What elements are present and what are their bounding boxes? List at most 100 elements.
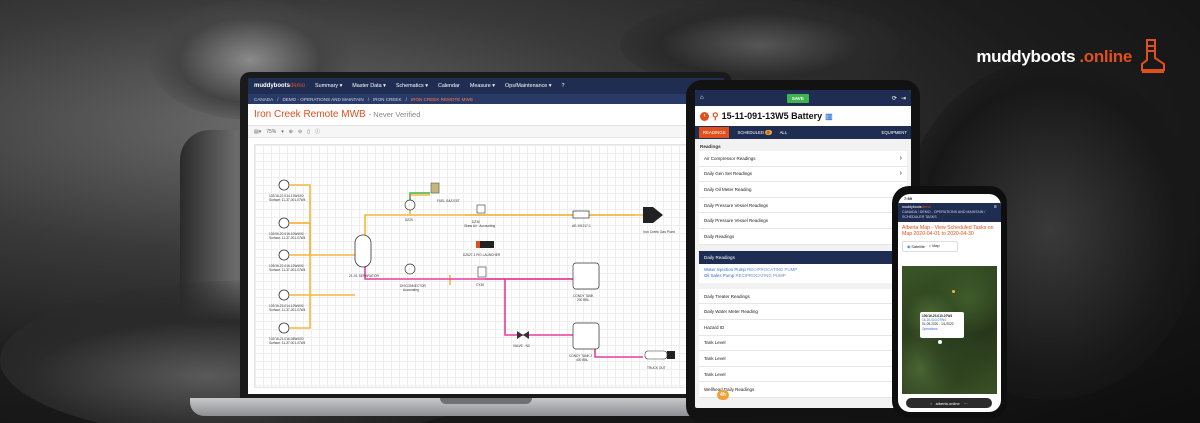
daily-readings-header[interactable]: Daily Readings: [699, 250, 907, 264]
oil-meter-node[interactable]: [404, 263, 416, 275]
home-icon[interactable]: ⌂: [700, 95, 704, 101]
condy-tank-2[interactable]: [572, 322, 600, 350]
nav-schematics[interactable]: Schematics ▾: [396, 83, 428, 89]
zoom-in-icon[interactable]: ⊕: [289, 129, 293, 135]
phone-top-nav: muddybootsdemo ☰ CANADA / DEMO - OPERATI…: [898, 203, 1001, 222]
brand-name: muddyboots: [976, 47, 1076, 66]
nav-master-data[interactable]: Master Data ▾: [352, 83, 386, 89]
section-title: Readings: [700, 144, 721, 149]
brand-logo[interactable]: muddyboots .online: [976, 38, 1166, 76]
zoom-level[interactable]: 75%: [266, 129, 276, 135]
phone-display: 7:59 muddybootsdemo ☰ CANADA / DEMO - OP…: [898, 194, 1001, 412]
pump-list: Water Injection Pump RECIPROCATING PUMP …: [699, 263, 907, 283]
mixer-node[interactable]: [572, 210, 590, 219]
location-header: ‹ ⚲ 15-11-091-13W5 Battery ▥: [695, 106, 911, 126]
list-item[interactable]: Wellhead Daily Readings: [699, 382, 907, 398]
breadcrumb-item[interactable]: IRON CREEK: [373, 97, 402, 102]
location-pin-icon: ⚲: [712, 110, 719, 121]
document-icon[interactable]: ▯: [307, 129, 310, 135]
list-item[interactable]: Tank Level: [699, 336, 907, 352]
condy-tank-1[interactable]: [572, 262, 600, 290]
tab-readings[interactable]: READINGS: [699, 127, 730, 138]
well-sub-5: Surface: 11-37-001-07W4: [269, 341, 306, 345]
tab-equipment[interactable]: EQUIPMENT: [881, 130, 907, 135]
logout-icon[interactable]: ⇥: [901, 95, 906, 102]
laptop-display: muddybootsdemo Summary ▾ Master Data ▾ S…: [248, 78, 724, 394]
mixer-label: AE-101217-1: [572, 224, 591, 228]
list-item[interactable]: Daily Readings: [699, 229, 907, 245]
list-item[interactable]: Hazard ID: [699, 320, 907, 336]
list-item[interactable]: Tank Level: [699, 367, 907, 383]
lact-unit[interactable]: [477, 266, 487, 278]
readings-list: Air Compressor Readings › Daily Gen Set R…: [699, 151, 907, 245]
truck-out-icon[interactable]: [644, 350, 668, 360]
list-item[interactable]: Daily Pressure Vessel Readings: [699, 213, 907, 229]
list-item[interactable]: Daily Water Meter Reading: [699, 304, 907, 320]
save-button[interactable]: SAVE: [786, 93, 809, 103]
separator-vessel[interactable]: [354, 234, 372, 268]
browser-url-bar[interactable]: ‹ alberta.online ⋯: [906, 398, 992, 408]
tab-all[interactable]: ALL: [780, 130, 788, 135]
laptop-notch: [440, 398, 532, 404]
pig-launcher[interactable]: [480, 241, 494, 248]
phone-status-bar: 7:59: [904, 196, 913, 201]
notification-badge[interactable]: 4h: [717, 390, 729, 400]
nav-calendar[interactable]: Calendar: [438, 83, 460, 89]
back-icon[interactable]: ‹: [930, 401, 931, 406]
page-title: Iron Creek Remote MWB: [254, 109, 366, 120]
well-sub-3: Surface: 11-37-001-07W4: [269, 268, 306, 272]
app-logo[interactable]: muddybootsdemo: [254, 83, 305, 89]
truck-label: TRUCK OUT: [647, 366, 666, 370]
map-popup[interactable]: 100/16-20-010-07W4 16-20-010-07W4 01-09-…: [920, 312, 964, 338]
menu-icon[interactable]: ☰: [994, 205, 997, 210]
page-view-icon[interactable]: ▤▾: [254, 129, 261, 135]
map-pin-icon[interactable]: [952, 290, 955, 293]
satellite-map[interactable]: 100/16-20-010-07W4 16-20-010-07W4 01-09-…: [902, 266, 997, 394]
diagram-toolbar: ▤▾ 75% ▾ ⊕ ⊖ ▯ ⓘ: [248, 126, 724, 138]
hero-banner: muddyboots .online muddybootsdemo Summary…: [0, 0, 1200, 423]
gas-meter-node[interactable]: [404, 199, 416, 211]
tablet-device: ⌂ SAVE ⟳ ⇥ ‹ ⚲ 15-11-091-13W5 Battery ▥ …: [686, 80, 920, 422]
list-item[interactable]: Tank Level: [699, 351, 907, 367]
satellite-option[interactable]: ◉ Satellite: [907, 244, 925, 249]
chevron-right-icon: ›: [899, 154, 902, 162]
map-icon[interactable]: ▥: [825, 112, 833, 121]
schematic-canvas[interactable]: 102/16-22-014-13W4/00 Surface: 11-37-001…: [254, 144, 716, 388]
tablet-tabs: READINGS SCHEDULED 8 ALL EQUIPMENT: [695, 126, 911, 139]
nav-ops-maintenance[interactable]: Ops/Maintenance ▾: [505, 83, 551, 89]
breadcrumb-item[interactable]: DEMO - OPERATIONS AND MAINTAIN: [282, 97, 363, 102]
process-flow-diagram: 102/16-22-014-13W4/00 Surface: 11-37-001…: [269, 179, 675, 370]
phone-device: 7:59 muddybootsdemo ☰ CANADA / DEMO - OP…: [892, 186, 1007, 418]
gas-plant-arrow[interactable]: [643, 207, 663, 223]
list-item[interactable]: Daily Oil Meter Reading: [699, 182, 907, 198]
map-option[interactable]: ○ Map: [929, 244, 940, 249]
tab-scheduled[interactable]: SCHEDULED 8: [737, 130, 772, 135]
meter-dz30[interactable]: [476, 204, 486, 214]
list-item[interactable]: Daily Treater Readings: [699, 289, 907, 305]
well-sub-4: Surface: 11-37-001-07W4: [269, 308, 306, 312]
chevron-right-icon: ›: [899, 170, 902, 178]
list-item[interactable]: Air Compressor Readings ›: [699, 151, 907, 167]
back-icon[interactable]: ‹: [700, 111, 709, 121]
help-icon[interactable]: ?: [561, 83, 564, 89]
more-icon[interactable]: ⋯: [964, 401, 968, 406]
gas-meter-label: DZ29: [405, 218, 413, 222]
refresh-icon[interactable]: ⟳: [892, 95, 897, 102]
pump-item[interactable]: Oil Sales Pump RECIPROCATING PUMP: [704, 273, 902, 280]
brand-suffix: .online: [1079, 47, 1132, 66]
map-pin-icon[interactable]: [938, 340, 942, 344]
breadcrumb-current: IRON CREEK REMOTE MWB: [410, 96, 473, 102]
valve-icon[interactable]: [517, 331, 529, 339]
pump-item[interactable]: Water Injection Pump RECIPROCATING PUMP: [704, 267, 902, 274]
breadcrumb: CANADA / DEMO - OPERATIONS AND MAINTAIN / …: [248, 94, 724, 104]
info-icon[interactable]: ⓘ: [315, 128, 320, 135]
nav-measure[interactable]: Measure ▾: [470, 83, 495, 89]
boot-icon: [1141, 39, 1165, 73]
verification-status: - Never Verified: [368, 110, 421, 119]
list-item[interactable]: Daily Gen Set Readings ›: [699, 167, 907, 183]
nav-summary[interactable]: Summary ▾: [315, 83, 342, 89]
list-item[interactable]: Daily Pressure Vessel Readings: [699, 198, 907, 214]
breadcrumb-item[interactable]: CANADA: [254, 97, 273, 102]
fuel-gas-building[interactable]: [430, 182, 440, 194]
zoom-out-icon[interactable]: ⊖: [298, 129, 302, 135]
